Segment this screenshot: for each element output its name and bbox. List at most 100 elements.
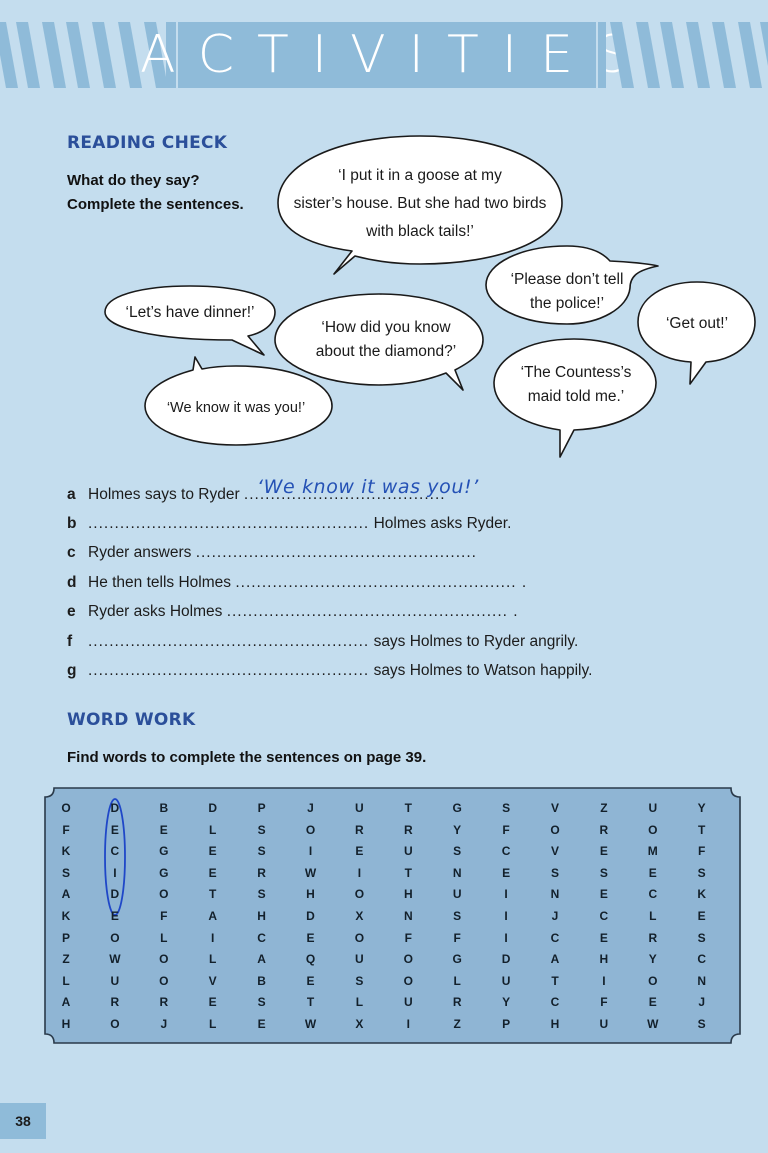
grid-letter: S [697,1017,706,1031]
grid-letter: F [62,822,70,837]
grid-letter: H [306,887,315,902]
grid-letter: D [501,952,511,967]
exercise-letter: a [67,486,76,503]
grid-letter: U [403,844,413,859]
grid-letter: R [403,822,413,837]
bubble-line: ‘I put it in a goose at my [338,167,502,184]
grid-letter: S [257,995,266,1010]
grid-letter: R [452,995,462,1010]
grid-letter: T [209,887,217,902]
grid-letter: G [452,952,462,967]
grid-letter: U [452,887,462,902]
grid-letter: R [159,995,169,1010]
grid-letter: L [355,995,364,1010]
grid-letter: C [697,952,707,967]
bubble-line: ‘We know it was you!’ [166,400,306,416]
grid-letter: S [453,844,462,859]
grid-letter: M [647,844,658,859]
grid-letter: D [110,887,120,902]
grid-letter: E [599,887,608,902]
grid-letter: J [307,801,314,815]
grid-letter: F [698,844,706,859]
bubble-text-get-out: ‘Get out!’ [666,312,728,336]
grid-letter: A [208,909,218,923]
grid-letter: C [648,887,658,902]
grid-letter: S [61,865,70,880]
grid-letter: I [357,865,362,880]
grid-letter: F [453,930,461,945]
grid-letter: R [110,995,120,1010]
grid-letter: L [453,973,461,988]
grid-letter: C [550,930,560,945]
grid-letter: E [599,930,608,945]
grid-letter: S [599,865,608,880]
exercise-row-d: d He then tells Holmes ..................… [67,573,527,593]
grid-letter: H [61,1017,71,1031]
grid-letter: R [257,865,266,880]
bubble-line: ‘Get out!’ [665,315,729,332]
grid-letter: L [62,973,70,988]
answer-blank: ........................................… [88,515,370,532]
grid-letter: E [599,844,608,859]
grid-letter: T [551,973,559,988]
word-search-frame [44,787,741,1044]
grid-letter: X [355,1017,364,1031]
grid-letter: O [159,973,169,988]
grid-letter: U [355,801,364,815]
grid-letter: O [648,822,658,837]
handwritten-answer: ‘We know it was you!’ [257,476,479,498]
bubble-line: sister’s house. But she had two birds [293,195,547,212]
grid-letter: U [355,952,364,967]
grid-letter: Y [453,822,462,837]
bubble-text-we-know: ‘We know it was you!’ [167,396,305,420]
grid-letter: E [648,995,657,1010]
bubble-line: with black tails!’ [366,223,474,240]
grid-letter: E [208,865,217,880]
grid-letter: R [599,822,609,837]
grid-letter: O [403,952,413,967]
grid-letter: E [648,865,657,880]
grid-letter: F [600,995,608,1010]
grid-letter: A [61,995,71,1010]
grid-letter: W [304,865,317,880]
grid-letter: I [308,844,313,859]
bubble-line: ‘The Countess’s [520,364,632,381]
bubble-text-police: ‘Please don’t tell the police!’ [511,268,624,316]
grid-letter: O [354,930,365,945]
exercise-letter: g [67,662,77,679]
grid-letter: L [160,930,168,945]
grid-letter: Q [305,952,316,967]
grid-letter: T [698,822,706,837]
grid-letter: W [304,1017,317,1031]
answer-blank: ........................................… [88,633,370,650]
grid-letter: I [504,887,508,902]
grid-letter: F [160,909,168,923]
grid-letter: Z [62,952,70,967]
grid-letter: Y [648,952,657,967]
exercise-text: says Holmes to Watson happily. [373,662,593,679]
grid-letter: O [305,822,316,837]
grid-letter: J [698,995,706,1010]
grid-letter: O [110,930,120,945]
grid-letter: H [257,909,266,923]
grid-letter: K [61,844,71,859]
page-number: 38 [0,1103,46,1139]
grid-letter: E [697,909,706,923]
grid-letter: O [61,801,71,815]
grid-letter: T [404,801,412,815]
grid-letter: P [257,801,266,815]
grid-letter: O [159,952,169,967]
grid-letter: G [159,844,169,859]
grid-letter: S [697,930,706,945]
grid-letter: S [257,887,266,902]
grid-letter: I [504,930,508,945]
grid-letter: I [504,909,508,923]
grid-letter: C [550,995,560,1010]
grid-letter: B [159,801,169,815]
grid-letter: P [502,1017,511,1031]
grid-letter: D [306,909,315,923]
grid-letter: H [550,1017,560,1031]
grid-letter: K [61,909,71,923]
bubble-text-goose: ‘I put it in a goose at my sister’s hous… [294,164,547,244]
grid-letter: E [208,844,217,859]
